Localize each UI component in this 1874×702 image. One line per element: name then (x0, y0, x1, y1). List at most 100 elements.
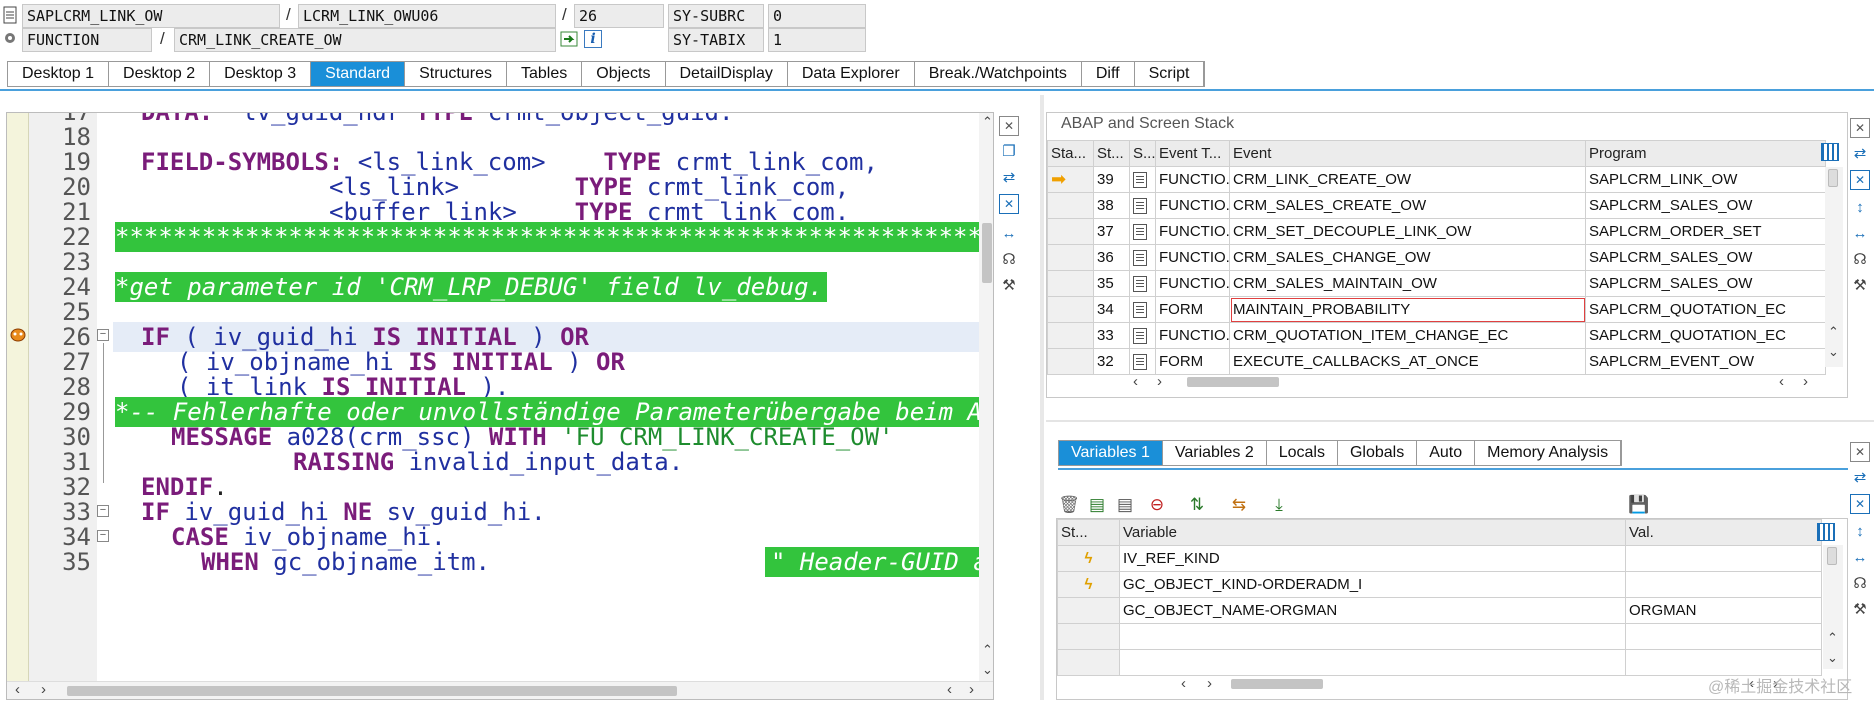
editor-vertical-scrollbar[interactable]: ⌃ ⌃ ⌄ (979, 113, 993, 683)
tab-standard[interactable]: Standard (311, 62, 406, 86)
source-code-editor[interactable]: 17 18 19 20 21 22 23 24 25 26 27 28 29 30 31 32 33 34 35 −… (6, 112, 994, 700)
tools-icon[interactable]: ⚒ (999, 276, 1019, 296)
collapse-block-icon[interactable]: − (97, 530, 109, 542)
editor-horizontal-scrollbar[interactable]: ‹ › ‹ › (7, 681, 993, 699)
tab-desktop-1[interactable]: Desktop 1 (8, 62, 110, 86)
maximize-icon[interactable]: ✕ (1850, 170, 1870, 190)
swap-icon[interactable]: ⇄ (999, 168, 1019, 188)
scroll-up-icon[interactable]: ⌃ (982, 643, 993, 657)
event-name[interactable]: CRM_LINK_CREATE_OW (1229, 166, 1586, 193)
table-row[interactable]: 36 FUNCTIO...CRM_SALES_CHANGE_OWSAPLCRM_S… (1047, 244, 1826, 271)
line-number-field[interactable]: 26 (574, 4, 664, 28)
table-row[interactable] (1057, 649, 1822, 676)
collapse-block-icon[interactable]: − (97, 505, 109, 517)
variable-name-input[interactable] (1119, 623, 1626, 650)
resize-horizontal-icon[interactable]: ↔ (999, 224, 1019, 244)
resize-horizontal-icon[interactable]: ↔ (1850, 224, 1870, 244)
include-field[interactable]: LCRM_LINK_OWU06 (298, 4, 556, 28)
remove-variable-icon[interactable]: ⊖ (1146, 494, 1168, 516)
scroll-down-icon[interactable]: ⌄ (1828, 345, 1839, 359)
headset-icon[interactable]: ☊ (1850, 574, 1870, 594)
stack-vertical-scrollbar[interactable]: ⌃ ⌄ (1825, 167, 1843, 367)
breakpoint-gutter[interactable] (7, 113, 29, 683)
column-header[interactable]: St... (1057, 519, 1120, 546)
navigate-icon[interactable] (560, 30, 578, 48)
variable-name-input[interactable] (1119, 649, 1626, 676)
program-name[interactable]: SAPLCRM_SALES_OW (1585, 270, 1826, 297)
close-icon[interactable]: ✕ (1850, 442, 1870, 462)
headset-icon[interactable]: ☊ (1850, 250, 1870, 270)
column-header[interactable]: Event (1229, 140, 1586, 167)
expand-icon[interactable]: ⇅ (1186, 494, 1208, 516)
column-header[interactable]: St... (1093, 140, 1130, 167)
program-name[interactable]: SAPLCRM_SALES_OW (1585, 192, 1826, 219)
tools-icon[interactable]: ⚒ (1850, 600, 1870, 620)
scroll-left-icon[interactable]: ‹ (1133, 374, 1138, 389)
tab-variables-2[interactable]: Variables 2 (1163, 441, 1267, 465)
scroll-right-icon[interactable]: › (969, 682, 974, 697)
tab-structures[interactable]: Structures (405, 62, 507, 86)
variables-vertical-scrollbar[interactable]: ⌃ ⌄ (1823, 545, 1843, 669)
table-row[interactable]: 34 FORM MAINTAIN_PROBABILITY SAPLCRM_QUOTAT… (1047, 296, 1826, 323)
variable-value[interactable] (1625, 649, 1822, 676)
tab-tables[interactable]: Tables (507, 62, 583, 86)
insert-variable-icon[interactable]: ▤ (1086, 494, 1108, 516)
close-icon[interactable]: ✕ (999, 116, 1019, 136)
table-row[interactable]: ϟ IV_REF_KIND (1057, 545, 1822, 572)
scroll-thumb[interactable] (1827, 547, 1837, 565)
code-area[interactable]: DATA: lv_guid_hdr TYPE crmt_object_guid.… (113, 113, 979, 681)
scroll-right-icon[interactable]: › (1803, 374, 1808, 389)
column-header[interactable]: Event T... (1155, 140, 1230, 167)
maximize-icon[interactable]: ✕ (999, 194, 1019, 214)
stack-horizontal-scrollbar[interactable]: ‹ › ‹ › (1127, 373, 1827, 391)
variable-value[interactable] (1625, 545, 1822, 572)
tab-script[interactable]: Script (1134, 62, 1205, 86)
event-name[interactable]: CRM_QUOTATION_ITEM_CHANGE_EC (1229, 322, 1586, 349)
table-row[interactable]: GC_OBJECT_NAME-ORGMAN ORGMAN (1057, 597, 1822, 624)
tab-objects[interactable]: Objects (582, 62, 666, 86)
scroll-thumb[interactable] (1231, 679, 1323, 689)
scroll-left-icon[interactable]: ‹ (15, 682, 20, 697)
tab-globals[interactable]: Globals (1338, 441, 1418, 465)
event-name[interactable]: MAINTAIN_PROBABILITY (1229, 296, 1586, 323)
variable-value[interactable] (1625, 623, 1822, 650)
variable-name-input[interactable]: IV_REF_KIND (1119, 545, 1626, 572)
table-row[interactable]: 37 FUNCTIO...CRM_SET_DECOUPLE_LINK_OWSAPL… (1047, 218, 1826, 245)
scroll-right-icon[interactable]: › (1207, 676, 1212, 691)
main-program-field[interactable]: SAPLCRM_LINK_OW (22, 4, 280, 28)
column-header[interactable]: Val. (1625, 519, 1822, 546)
tab-desktop-3[interactable]: Desktop 3 (210, 62, 312, 86)
scroll-up-icon[interactable]: ⌃ (982, 115, 993, 129)
table-row[interactable]: ϟ GC_OBJECT_KIND-ORDERADM_I (1057, 571, 1822, 598)
swap-icon[interactable]: ⇄ (1850, 144, 1870, 164)
save-icon[interactable]: 💾 (1628, 494, 1650, 516)
resize-vertical-icon[interactable]: ↕ (1850, 522, 1870, 542)
scroll-up-icon[interactable]: ⌃ (1828, 325, 1839, 339)
program-name[interactable]: SAPLCRM_QUOTATION_EC (1585, 322, 1826, 349)
column-header[interactable]: Program (1585, 140, 1826, 167)
program-name[interactable]: SAPLCRM_QUOTATION_EC (1585, 296, 1826, 323)
event-name[interactable]: CRM_SALES_MAINTAIN_OW (1229, 270, 1586, 297)
event-type-field[interactable]: FUNCTION (22, 28, 152, 52)
scroll-up-icon[interactable]: ⌃ (1827, 631, 1838, 645)
event-name[interactable]: EXECUTE_CALLBACKS_AT_ONCE (1229, 348, 1586, 375)
event-name-field[interactable]: CRM_LINK_CREATE_OW (174, 28, 556, 52)
variable-name-input[interactable]: GC_OBJECT_NAME-ORGMAN (1119, 597, 1626, 624)
scroll-thumb[interactable] (1828, 169, 1838, 187)
delete-icon[interactable]: 🗑 (1058, 494, 1080, 516)
tab-locals[interactable]: Locals (1267, 441, 1338, 465)
tab-break-watchpoints[interactable]: Break./Watchpoints (914, 62, 1082, 86)
event-name[interactable]: CRM_SALES_CREATE_OW (1229, 192, 1586, 219)
variable-value[interactable] (1625, 571, 1822, 598)
column-header[interactable]: S... (1129, 140, 1156, 167)
panel-divider[interactable] (1046, 420, 1874, 422)
variable-value[interactable]: ORGMAN (1625, 597, 1822, 624)
headset-icon[interactable]: ☊ (999, 250, 1019, 270)
sy-tabix-value[interactable]: 1 (768, 28, 866, 52)
table-row[interactable]: ➡ 39 FUNCTIO...CRM_LINK_CREATE_OWSAPLCRM_L… (1047, 166, 1826, 193)
sy-subrc-value[interactable]: 0 (768, 4, 866, 28)
program-name[interactable]: SAPLCRM_LINK_OW (1585, 166, 1826, 193)
variable-name-input[interactable]: GC_OBJECT_KIND-ORDERADM_I (1119, 571, 1626, 598)
tab-detaildisplay[interactable]: DetailDisplay (665, 62, 788, 86)
swap-icon[interactable]: ⇄ (1850, 468, 1870, 488)
